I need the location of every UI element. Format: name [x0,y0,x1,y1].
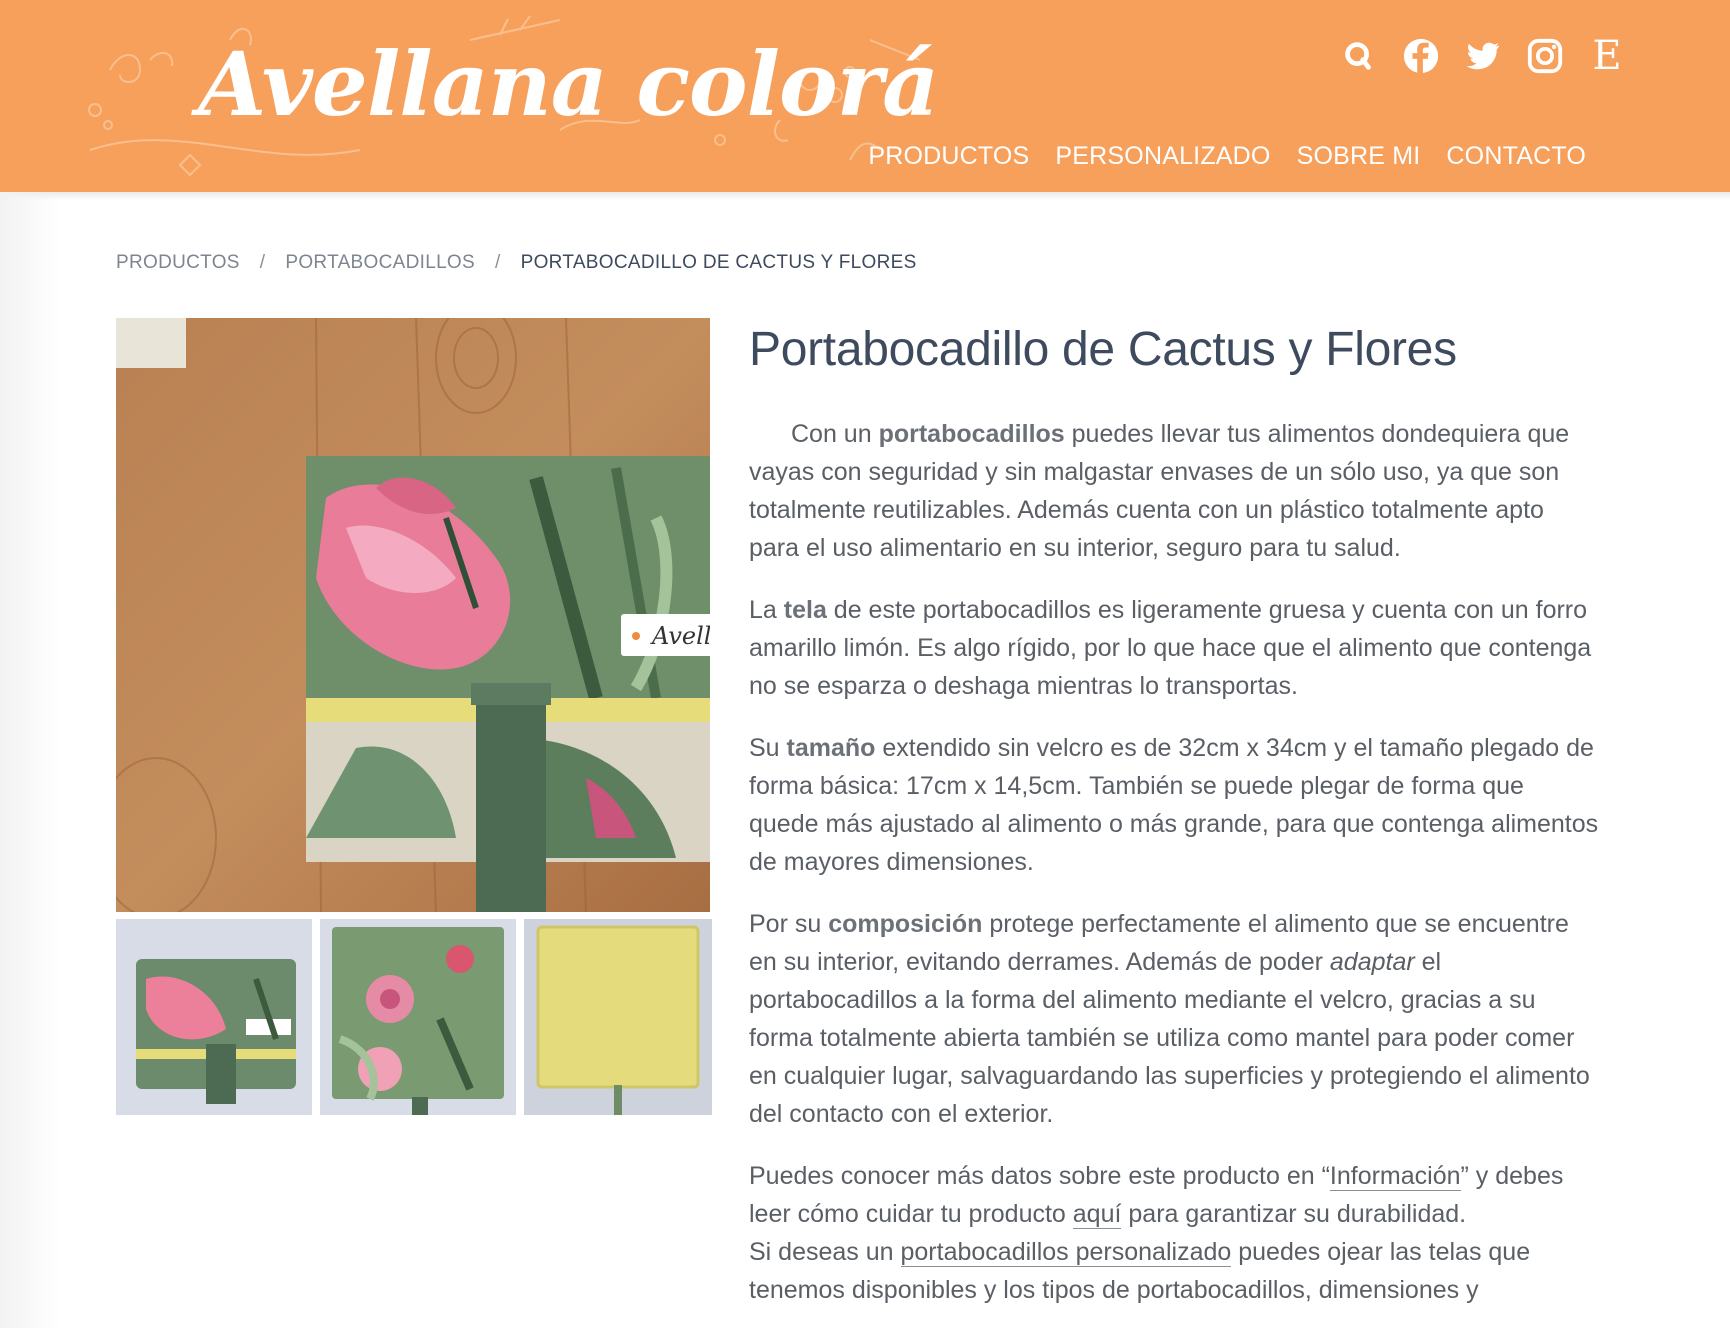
etsy-icon[interactable]: E [1587,36,1627,76]
header-shadow [0,192,1730,200]
social-links: E [1339,36,1627,76]
description-paragraph-2: La tela de este portabocadillos es liger… [749,596,1592,701]
description-paragraph-3: Su tamaño extendido sin velcro es de 32c… [749,734,1599,877]
product-title: Portabocadillo de Cactus y Flores [749,323,1457,376]
thumbnail-1[interactable] [116,919,312,1115]
product-main-image[interactable]: Avell [116,318,710,912]
site-logo[interactable]: Avellana colorá [198,40,939,128]
thumbnail-3[interactable] [524,919,712,1115]
breadcrumb-current: PORTABOCADILLO DE CACTUS Y FLORES [520,252,917,273]
facebook-icon[interactable] [1401,36,1441,76]
twitter-icon[interactable] [1463,36,1503,76]
description-paragraph-5: Puedes conocer más datos sobre este prod… [749,1162,1564,1305]
thumbnail-strip [116,919,712,1115]
nav-personalizado[interactable]: PERSONALIZADO [1055,142,1270,171]
breadcrumb-portabocadillos[interactable]: PORTABOCADILLOS [285,252,475,274]
breadcrumb: PRODUCTOS / PORTABOCADILLOS / PORTABOCAD… [116,252,917,274]
brand-tag-text: Avell [650,622,710,650]
informacion-link[interactable]: Información [1329,1162,1461,1192]
left-shade [0,192,60,1328]
instagram-icon[interactable] [1525,36,1565,76]
breadcrumb-separator: / [259,252,266,273]
nav-sobre-mi[interactable]: SOBRE MI [1297,142,1421,171]
site-header: Avellana colorá E PRODUCTOS PERSONALIZAD… [0,0,1730,192]
product-details: Portabocadillo de Cactus y Flores Con un… [749,322,1599,1328]
nav-productos[interactable]: PRODUCTOS [868,142,1029,171]
description-paragraph-4: Por su composición protege perfectamente… [749,910,1590,1129]
care-link[interactable]: aquí [1072,1200,1122,1230]
thumbnail-2[interactable] [320,919,516,1115]
breadcrumb-separator: / [495,252,501,273]
breadcrumb-productos[interactable]: PRODUCTOS [116,252,240,274]
main-nav: PRODUCTOS PERSONALIZADO SOBRE MI CONTACT… [868,142,1586,171]
nav-contacto[interactable]: CONTACTO [1446,142,1586,171]
personalized-link[interactable]: portabocadillos personalizado [900,1238,1232,1268]
description-paragraph-1: Con un portabocadillos puedes llevar tus… [749,420,1570,563]
search-icon[interactable] [1339,36,1379,76]
